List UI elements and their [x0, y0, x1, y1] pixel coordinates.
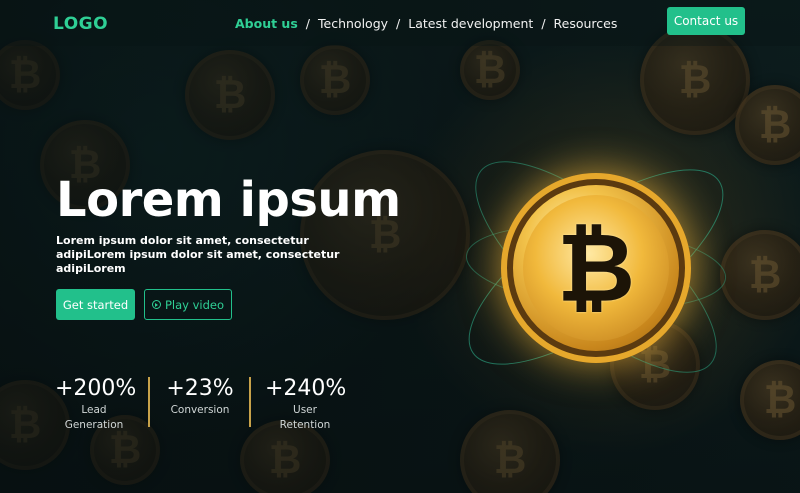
nav-item-latest-development[interactable]: Latest development: [408, 16, 533, 31]
nav-item-technology[interactable]: Technology: [318, 16, 388, 31]
bitcoin-coin: ₿: [501, 173, 691, 363]
stat-label: Retention: [279, 419, 331, 431]
nav-separator: /: [305, 16, 310, 31]
hero-title: Lorem ipsum: [56, 172, 401, 228]
logo[interactable]: LOGO: [53, 14, 108, 34]
stat-user-retention: +240% User Retention: [265, 376, 347, 433]
stat-lead-generation: +200% Lead Generation: [55, 376, 137, 433]
nav-item-resources[interactable]: Resources: [554, 16, 618, 31]
stat-conversion: +23% Conversion: [162, 376, 238, 418]
play-video-button[interactable]: Play video: [144, 289, 232, 320]
nav-separator: /: [396, 16, 401, 31]
bitcoin-coin-icon: ₿: [430, 95, 760, 425]
play-video-label: Play video: [164, 297, 225, 312]
stat-label: Lead: [81, 404, 107, 416]
bitcoin-symbol-icon: ₿: [556, 212, 636, 324]
stat-divider: [249, 377, 251, 427]
stat-value: +240%: [265, 376, 347, 401]
get-started-button[interactable]: Get started: [56, 289, 135, 320]
stat-value: +200%: [55, 376, 137, 401]
stat-label: User: [293, 404, 317, 416]
hero-subtitle: Lorem ipsum dolor sit amet, consectetur …: [56, 234, 340, 275]
stat-label: Conversion: [170, 404, 230, 416]
nav-separator: /: [541, 16, 546, 31]
top-nav-bar: LOGO About us / Technology / Latest deve…: [0, 0, 800, 46]
nav-item-about-us[interactable]: About us: [235, 16, 298, 31]
stat-divider: [148, 377, 150, 427]
stat-label: Generation: [64, 419, 124, 431]
contact-us-button[interactable]: Contact us: [667, 7, 745, 35]
main-nav: About us / Technology / Latest developme…: [235, 16, 617, 31]
play-circle-icon: [151, 300, 161, 309]
stat-value: +23%: [166, 376, 234, 401]
